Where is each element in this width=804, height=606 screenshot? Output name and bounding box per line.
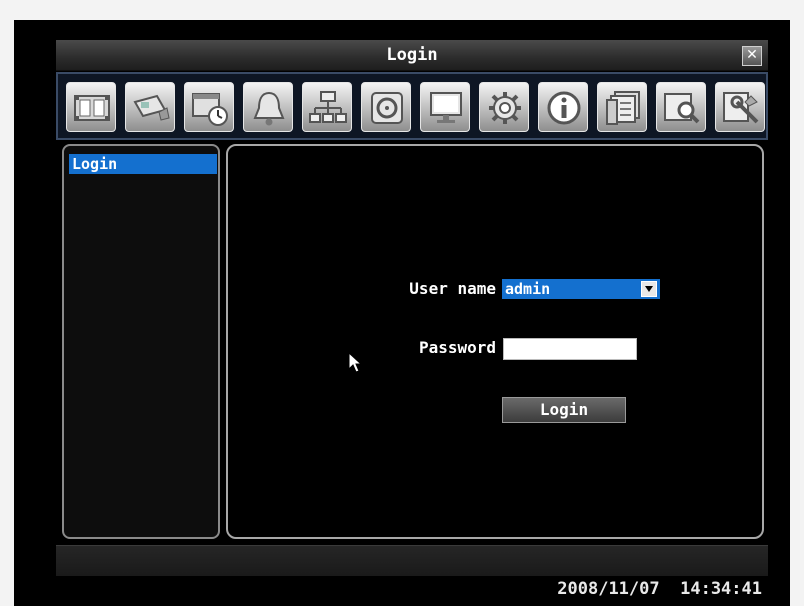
- event-log-icon[interactable]: [597, 82, 647, 132]
- sidebar: Login: [62, 144, 220, 539]
- camera-icon[interactable]: [125, 82, 175, 132]
- date-display: 2008/11/07: [557, 579, 660, 599]
- alarm-bell-icon[interactable]: [243, 82, 293, 132]
- window-title: Login: [386, 45, 438, 65]
- login-button[interactable]: Login: [502, 397, 626, 423]
- chevron-down-icon[interactable]: [641, 281, 657, 297]
- system-gear-icon[interactable]: [479, 82, 529, 132]
- time-display: 14:34:41: [680, 579, 762, 599]
- record-film-icon[interactable]: [66, 82, 116, 132]
- clock: 2008/11/07 14:34:41: [557, 579, 762, 599]
- menu-toolbar: [56, 72, 768, 140]
- close-icon[interactable]: ✕: [742, 46, 762, 66]
- display-monitor-icon[interactable]: [420, 82, 470, 132]
- mouse-pointer-icon: [348, 352, 362, 373]
- schedule-recording-icon[interactable]: [184, 82, 234, 132]
- password-field[interactable]: [503, 338, 637, 360]
- tools-icon[interactable]: [715, 82, 765, 132]
- sidebar-item-login[interactable]: Login: [69, 154, 217, 174]
- user-name-label: User name: [409, 279, 496, 298]
- user-name-value: admin: [505, 280, 551, 298]
- network-icon[interactable]: [302, 82, 352, 132]
- info-icon[interactable]: [538, 82, 588, 132]
- password-label: Password: [418, 338, 496, 357]
- user-name-select[interactable]: admin: [502, 279, 660, 299]
- status-bar: [56, 545, 768, 576]
- search-icon[interactable]: [656, 82, 706, 132]
- title-bar: Login ✕: [56, 40, 768, 71]
- backup-disk-icon[interactable]: [361, 82, 411, 132]
